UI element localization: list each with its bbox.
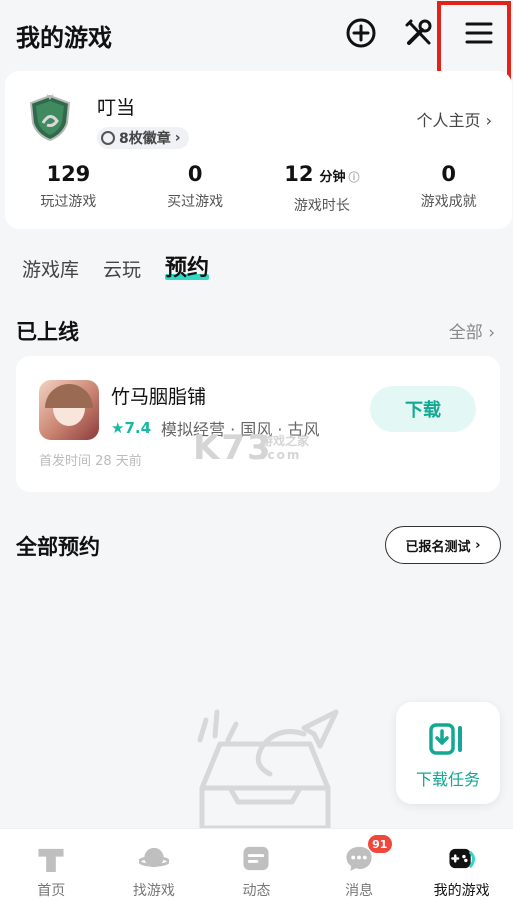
nav-label: 消息	[345, 883, 374, 899]
avatar[interactable]	[25, 93, 75, 143]
download-task-icon	[429, 723, 462, 755]
info-icon[interactable]: ⓘ	[349, 171, 360, 184]
badge-pill[interactable]: 8枚徽章 ›	[97, 127, 189, 149]
gamepad-icon	[449, 848, 475, 869]
score-value: 7.4	[124, 419, 152, 437]
tab-bar: 游戏库 云玩 预约	[22, 250, 210, 282]
stat-value: 12	[284, 162, 314, 186]
download-task-button[interactable]: 下载任务	[396, 702, 500, 804]
stat-label: 买过游戏	[167, 194, 224, 210]
stat-label: 游戏成就	[420, 194, 477, 210]
see-all-label: 全部	[448, 323, 483, 343]
section-title-reservations: 全部预约	[16, 535, 100, 559]
nav-messages[interactable]: 91 消息	[308, 829, 411, 900]
stat-value: 0	[441, 162, 456, 186]
download-button[interactable]: 下载	[370, 386, 476, 432]
release-date: 首发时间 28 天前	[39, 454, 142, 469]
stat-played[interactable]: 129 玩过游戏	[5, 161, 132, 215]
game-card[interactable]: 竹马胭脂铺 ★7.4 模拟经营 · 国风 · 古风 首发时间 28 天前 下载	[16, 356, 500, 492]
stat-label: 游戏时长	[293, 198, 350, 214]
nav-home[interactable]: 首页	[0, 829, 103, 900]
add-circle-icon[interactable]	[344, 16, 378, 50]
stat-bought[interactable]: 0 买过游戏	[132, 161, 259, 215]
profile-card: 叮当 8枚徽章 › 个人主页 › 129 玩过游戏 0 买过游戏 12 分钟 ⓘ 游…	[5, 71, 512, 229]
nav-my-games[interactable]: 我的游戏	[410, 829, 513, 900]
nav-feed[interactable]: 动态	[205, 829, 308, 900]
game-score: ★7.4	[111, 419, 151, 437]
chevron-right-icon: ›	[485, 111, 492, 130]
watermark-sub: 游戏之家	[261, 434, 310, 448]
nav-find-games[interactable]: 找游戏	[103, 829, 206, 900]
stats-row: 129 玩过游戏 0 买过游戏 12 分钟 ⓘ 游戏时长 0 游戏成就	[5, 161, 512, 215]
download-task-label: 下载任务	[415, 770, 480, 789]
tab-reservation[interactable]: 预约	[165, 250, 210, 282]
stat-label: 玩过游戏	[40, 194, 97, 210]
unread-badge: 91	[367, 835, 392, 853]
stat-playtime[interactable]: 12 分钟 ⓘ 游戏时长	[259, 161, 386, 215]
medal-icon	[101, 131, 115, 145]
profile-home-link[interactable]: 个人主页 ›	[416, 107, 492, 131]
home-icon	[38, 848, 64, 872]
registered-test-button[interactable]: 已报名测试 ›	[385, 526, 501, 564]
planet-icon	[138, 847, 169, 868]
nav-label: 我的游戏	[433, 883, 490, 899]
page-title: 我的游戏	[16, 24, 112, 52]
bottom-nav: 首页 找游戏 动态 91 消息 我的游戏	[0, 828, 513, 900]
nav-label: 首页	[37, 883, 66, 899]
chevron-right-icon: ›	[174, 130, 181, 146]
stat-value: 129	[46, 162, 91, 186]
chevron-right-icon: ›	[482, 323, 495, 343]
nav-label: 动态	[242, 883, 271, 899]
stat-unit: 分钟	[319, 170, 346, 185]
feed-icon	[243, 846, 270, 871]
tools-icon[interactable]	[402, 16, 436, 50]
see-all-link[interactable]: 全部 ›	[449, 318, 495, 343]
section-title-online: 已上线	[16, 320, 79, 344]
empty-state-illustration	[180, 700, 350, 831]
badge-label: 8枚徽章	[119, 131, 171, 147]
tab-game-library[interactable]: 游戏库	[22, 255, 79, 282]
game-icon[interactable]	[39, 380, 99, 440]
tab-cloud-play[interactable]: 云玩	[103, 255, 141, 282]
top-bar: 我的游戏	[0, 0, 513, 85]
stat-value: 0	[187, 162, 203, 186]
stat-achievement[interactable]: 0 游戏成就	[385, 161, 512, 215]
nav-label: 找游戏	[132, 883, 175, 899]
chevron-right-icon: ›	[470, 537, 481, 553]
registered-test-label: 已报名测试	[405, 539, 471, 555]
watermark: K73 游戏之家 .com	[193, 428, 309, 468]
star-icon: ★	[111, 419, 125, 437]
game-name: 竹马胭脂铺	[111, 386, 207, 408]
watermark-domain: .com	[261, 448, 302, 462]
home-link-label: 个人主页	[416, 111, 481, 130]
username: 叮当	[97, 97, 136, 119]
